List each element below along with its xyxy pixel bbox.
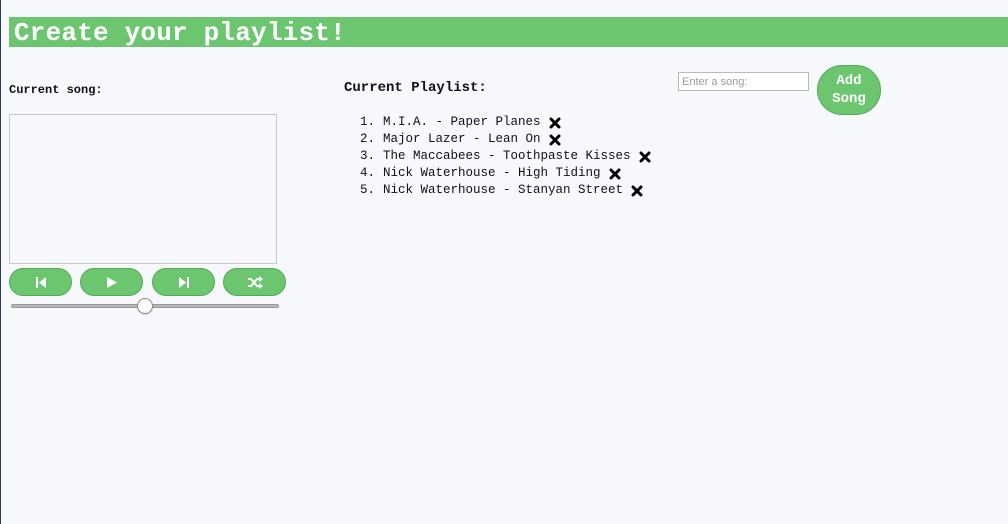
close-x-icon[interactable] [639,151,651,163]
list-item: 2. Major Lazer - Lean On [360,131,651,148]
play-icon [107,276,117,288]
skip-forward-icon [178,276,189,288]
item-number: 5. [360,183,376,197]
close-x-icon[interactable] [631,185,643,197]
play-button[interactable] [80,268,143,296]
video-player[interactable] [9,114,277,264]
list-item: 5. Nick Waterhouse - Stanyan Street [360,182,651,199]
item-number: 4. [360,166,376,180]
next-button[interactable] [152,268,215,296]
shuffle-icon [247,275,263,289]
close-x-icon[interactable] [549,134,561,146]
item-number: 2. [360,132,376,146]
add-song-button[interactable]: Add Song [817,65,881,115]
song-title: M.I.A. - Paper Planes [383,115,541,129]
previous-button[interactable] [9,268,72,296]
playlist: 1. M.I.A. - Paper Planes 2. Major Lazer … [360,114,651,199]
shuffle-button[interactable] [223,268,286,296]
close-x-icon[interactable] [549,117,561,129]
item-number: 1. [360,115,376,129]
item-number: 3. [360,149,376,163]
page-title: Create your playlist! [14,18,346,48]
song-title: Major Lazer - Lean On [383,132,541,146]
header-bar: Create your playlist! [9,17,1008,47]
window-edge [0,0,1,524]
volume-slider-thumb[interactable] [137,298,153,314]
skip-back-icon [35,276,46,288]
song-title: The Maccabees - Toothpaste Kisses [383,149,631,163]
close-x-icon[interactable] [609,168,621,180]
song-input[interactable] [678,72,809,91]
song-title: Nick Waterhouse - High Tiding [383,166,601,180]
list-item: 4. Nick Waterhouse - High Tiding [360,165,651,182]
song-title: Nick Waterhouse - Stanyan Street [383,183,624,197]
playlist-heading: Current Playlist: [344,80,487,96]
current-song-label: Current song: [9,83,103,97]
page: Create your playlist! Current song: Curr… [0,0,1008,524]
list-item: 3. The Maccabees - Toothpaste Kisses [360,148,651,165]
list-item: 1. M.I.A. - Paper Planes [360,114,651,131]
